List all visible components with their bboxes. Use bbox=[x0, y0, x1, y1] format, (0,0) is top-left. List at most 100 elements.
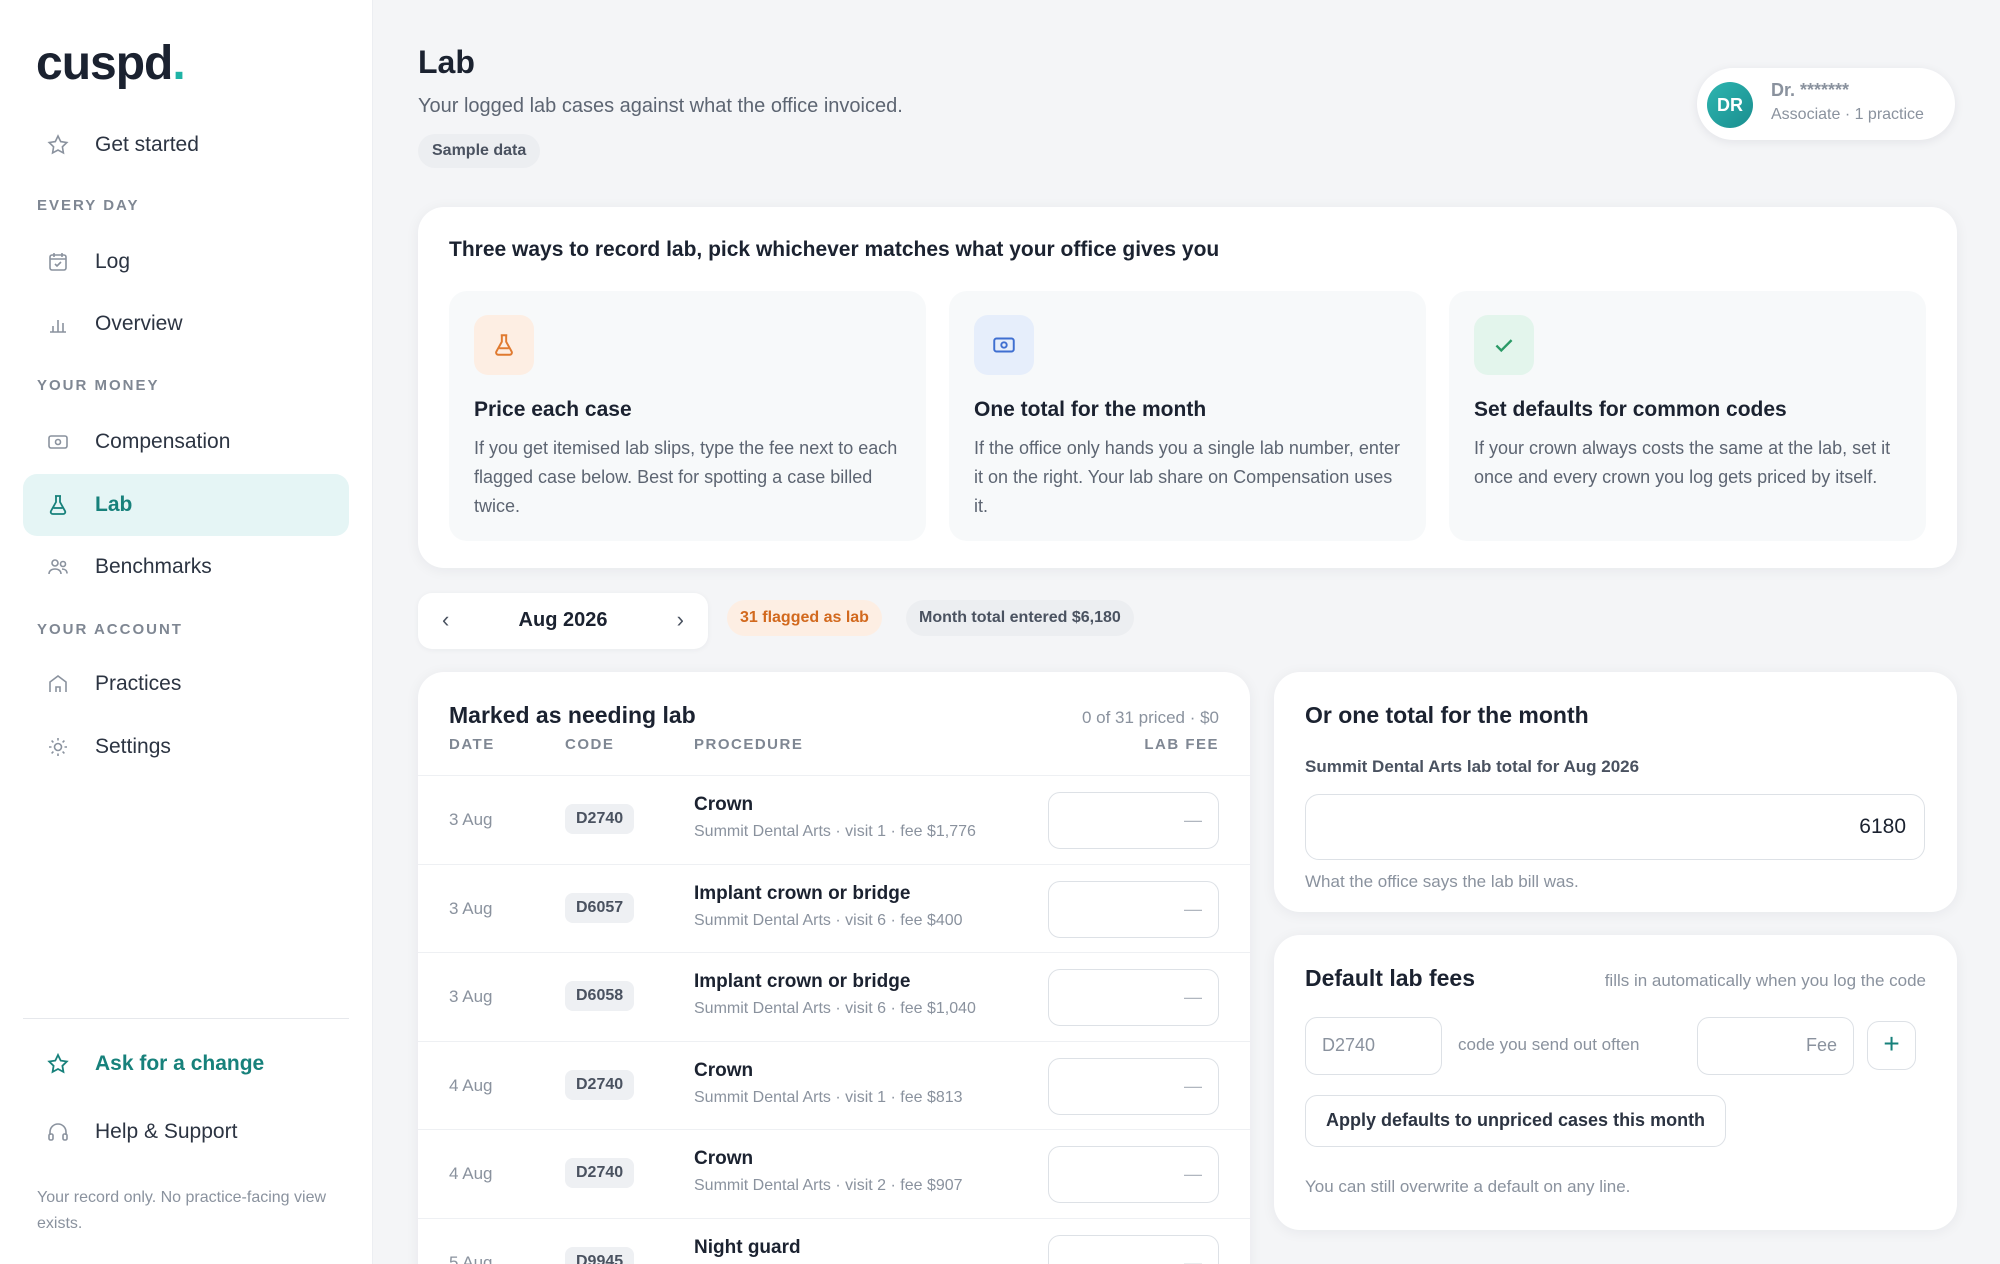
table-title: Marked as needing lab bbox=[449, 702, 696, 728]
row-date: 3 Aug bbox=[449, 987, 493, 1006]
nav-benchmarks[interactable]: Benchmarks bbox=[23, 536, 349, 598]
banknote-icon bbox=[974, 315, 1034, 375]
logo-text: cuspd bbox=[36, 37, 173, 90]
ways-card: Three ways to record lab, pick whichever… bbox=[418, 207, 1957, 568]
nav-lab[interactable]: Lab bbox=[23, 474, 349, 536]
nav-label: Benchmarks bbox=[95, 555, 212, 578]
row-procedure: Crown bbox=[694, 1148, 754, 1169]
default-code-note: code you send out often bbox=[1458, 1035, 1640, 1054]
way-text: If you get itemised lab slips, type the … bbox=[474, 438, 898, 516]
row-meta: Summit Dental Arts · visit 1 · fee $1,77… bbox=[694, 823, 976, 840]
row-date: 4 Aug bbox=[449, 1164, 493, 1183]
nav-label: Lab bbox=[95, 493, 133, 516]
way-title: Price each case bbox=[474, 398, 632, 421]
nav-help-support[interactable]: Help & Support bbox=[23, 1101, 349, 1163]
table-row: 3 Aug D2740 Crown Summit Dental Arts · v… bbox=[418, 775, 1250, 864]
column-header-procedure: PROCEDURE bbox=[694, 736, 804, 753]
table-row: 4 Aug D2740 Crown Summit Dental Arts · v… bbox=[418, 1040, 1250, 1130]
building-icon bbox=[43, 669, 73, 699]
logo-dot: . bbox=[172, 37, 185, 90]
nav-label: Ask for a change bbox=[95, 1052, 265, 1075]
nav-get-started[interactable]: Get started bbox=[23, 114, 349, 176]
way-text: If the office only hands you a single la… bbox=[974, 438, 1400, 516]
row-date: 3 Aug bbox=[449, 898, 493, 918]
lab-fee-input[interactable]: — bbox=[1048, 1057, 1219, 1115]
user-menu[interactable]: DR Dr. ******* Associate · 1 practice bbox=[1697, 68, 1955, 140]
row-code-badge: D2740 bbox=[565, 1158, 635, 1188]
page-title: Lab bbox=[418, 44, 475, 80]
month-total-card: Or one total for the month Summit Dental… bbox=[1274, 672, 1957, 912]
nav-section-account: YOUR ACCOUNT bbox=[37, 621, 183, 638]
star-icon bbox=[43, 130, 73, 160]
apply-defaults-button[interactable]: Apply defaults to unpriced cases this mo… bbox=[1305, 1095, 1727, 1147]
nav-section-everyday: EVERY DAY bbox=[37, 197, 140, 214]
lab-fee-input[interactable]: — bbox=[1048, 792, 1219, 849]
month-selector: ‹ Aug 2026 › bbox=[418, 593, 708, 649]
nav-practices[interactable]: Practices bbox=[23, 653, 349, 715]
nav-log[interactable]: Log bbox=[23, 231, 349, 293]
nav-settings[interactable]: Settings bbox=[23, 716, 349, 778]
row-meta: Summit Dental Arts · visit 2 · fee $907 bbox=[694, 1177, 963, 1194]
way-price-each-case: Price each case If you get itemised lab … bbox=[449, 291, 926, 541]
month-total-help: What the office says the lab bill was. bbox=[1305, 872, 1579, 891]
nav-overview[interactable]: Overview bbox=[23, 293, 349, 355]
month-total-badge: Month total entered $6,180 bbox=[906, 600, 1134, 636]
sample-data-badge: Sample data bbox=[418, 134, 541, 168]
row-procedure: Implant crown or bridge bbox=[694, 971, 911, 992]
logo[interactable]: cuspd. bbox=[36, 36, 186, 91]
nav-label: Overview bbox=[95, 312, 183, 335]
row-code-badge: D6058 bbox=[565, 981, 635, 1011]
nav-label: Help & Support bbox=[95, 1120, 238, 1143]
star-icon bbox=[43, 1049, 73, 1079]
row-meta: Summit Dental Arts · visit 6 · fee $1,04… bbox=[694, 1000, 976, 1017]
month-total-input[interactable]: 6180 bbox=[1305, 794, 1925, 860]
nav-label: Get started bbox=[95, 133, 199, 156]
priced-count: 0 of 31 priced · $0 bbox=[1081, 708, 1219, 727]
month-label: Aug 2026 bbox=[518, 609, 608, 631]
gear-icon bbox=[43, 732, 73, 762]
default-fees-title: Default lab fees bbox=[1305, 965, 1475, 991]
avatar: DR bbox=[1707, 82, 1753, 128]
nav-label: Log bbox=[95, 250, 131, 273]
default-fee-input[interactable]: Fee bbox=[1697, 1017, 1854, 1075]
table-row: 4 Aug D2740 Crown Summit Dental Arts · v… bbox=[418, 1129, 1250, 1218]
row-procedure: Crown bbox=[694, 1059, 754, 1081]
way-text: If your crown always costs the same at t… bbox=[1474, 438, 1891, 487]
default-code-input[interactable]: D2740 bbox=[1305, 1017, 1442, 1075]
page-subtitle: Your logged lab cases against what the o… bbox=[418, 95, 903, 117]
row-code-badge: D2740 bbox=[565, 1069, 635, 1100]
ways-title: Three ways to record lab, pick whichever… bbox=[449, 238, 1220, 261]
nav-label: Practices bbox=[95, 672, 182, 695]
table-row: 5 Aug D9945 Night guard — bbox=[418, 1217, 1250, 1264]
column-header-date: DATE bbox=[449, 736, 495, 753]
add-default-button[interactable]: + bbox=[1867, 1021, 1916, 1070]
row-date: 3 Aug bbox=[449, 810, 493, 829]
row-date: 5 Aug bbox=[449, 1252, 493, 1264]
lab-fee-input[interactable]: — bbox=[1048, 1146, 1219, 1203]
nav-compensation[interactable]: Compensation bbox=[23, 411, 349, 473]
table-body: 3 Aug D2740 Crown Summit Dental Arts · v… bbox=[418, 775, 1250, 1264]
default-fees-hint: fills in automatically when you log the … bbox=[1604, 971, 1926, 990]
way-one-total: One total for the month If the office on… bbox=[949, 291, 1426, 541]
sidebar: cuspd. Get started EVERY DAY Log Overvie… bbox=[0, 0, 373, 1264]
flagged-count-badge: 31 flagged as lab bbox=[727, 600, 882, 636]
row-code-badge: D6057 bbox=[565, 892, 635, 923]
way-title: One total for the month bbox=[974, 398, 1207, 421]
row-meta: Summit Dental Arts · visit 6 · fee $400 bbox=[694, 911, 963, 929]
bar-chart-icon bbox=[43, 309, 73, 339]
chevron-right-icon[interactable]: › bbox=[677, 607, 684, 633]
check-icon bbox=[1474, 315, 1534, 375]
month-total-label: Summit Dental Arts lab total for Aug 202… bbox=[1305, 757, 1640, 776]
flask-icon bbox=[43, 490, 73, 520]
lab-fee-input[interactable]: — bbox=[1048, 880, 1219, 938]
way-set-defaults: Set defaults for common codes If your cr… bbox=[1449, 291, 1926, 541]
row-procedure: Night guard bbox=[694, 1236, 801, 1258]
user-role: Associate · 1 practice bbox=[1771, 106, 1924, 123]
lab-fee-input[interactable]: — bbox=[1048, 969, 1219, 1026]
user-name: Dr. ******* bbox=[1771, 80, 1850, 100]
flask-icon bbox=[474, 315, 534, 375]
lab-fee-input[interactable]: — bbox=[1048, 1234, 1219, 1264]
nav-ask-for-change[interactable]: Ask for a change bbox=[23, 1033, 349, 1095]
row-procedure: Implant crown or bridge bbox=[694, 882, 911, 904]
default-fees-note: You can still overwrite a default on any… bbox=[1305, 1177, 1631, 1196]
